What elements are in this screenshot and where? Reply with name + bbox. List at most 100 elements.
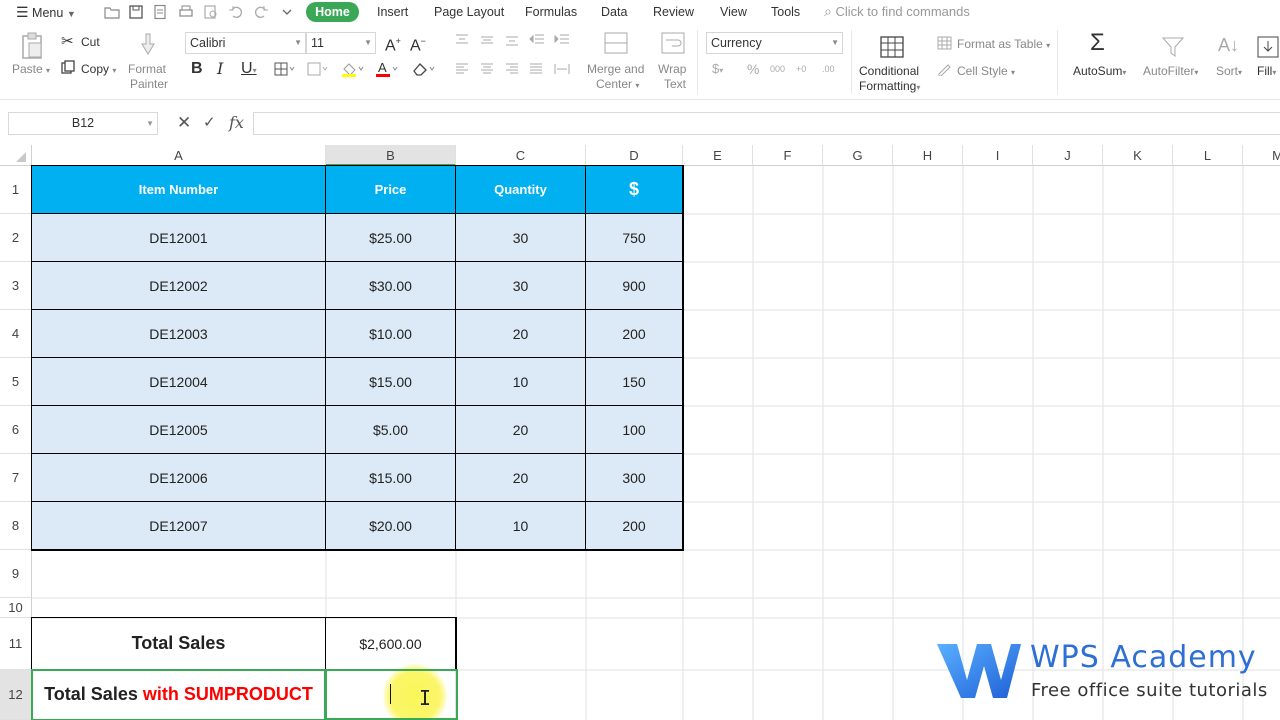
name-box[interactable]: B12 ▼ [8, 112, 158, 135]
format-painter-label-2[interactable]: Painter [130, 77, 168, 91]
autofilter-icon[interactable] [1162, 36, 1184, 58]
align-middle-icon[interactable] [480, 34, 494, 46]
bold-icon[interactable]: B [191, 60, 203, 78]
table-cell[interactable]: $30.00 [326, 262, 456, 310]
clear-format-icon[interactable] [410, 61, 436, 77]
paste-icon[interactable] [20, 32, 44, 60]
tab-formulas[interactable]: Formulas [525, 0, 577, 24]
table-cell[interactable]: $15.00 [326, 454, 456, 502]
thousands-icon[interactable]: 000 [770, 60, 785, 78]
command-search[interactable]: ⌕ Click to find commands [824, 0, 970, 24]
autosum-icon[interactable]: Σ [1090, 31, 1105, 55]
conditional-formatting-label-2[interactable]: Formatting▾ [859, 79, 920, 93]
table-cell[interactable]: 10 [456, 502, 586, 550]
header-price[interactable]: Price [326, 166, 456, 214]
total-sales-label[interactable]: Total Sales [32, 618, 326, 670]
table-cell[interactable]: 300 [586, 454, 683, 502]
font-name-select[interactable]: Calibri ▼ [185, 32, 306, 54]
print-icon[interactable] [178, 4, 194, 20]
increase-decimal-icon[interactable]: +0 [796, 60, 806, 78]
currency-icon[interactable]: $▾ [712, 60, 723, 80]
cut-button[interactable]: Cut [81, 35, 100, 49]
cell-format-icon[interactable] [307, 62, 329, 76]
format-painter-label-1[interactable]: Format [128, 62, 166, 76]
sort-icon[interactable]: A↓ [1218, 36, 1239, 54]
wrap-text-icon[interactable] [661, 32, 685, 54]
wrap-text-label-1[interactable]: Wrap [658, 62, 686, 76]
table-cell[interactable]: DE12006 [32, 454, 326, 502]
align-top-icon[interactable] [455, 34, 469, 46]
tab-insert[interactable]: Insert [377, 0, 408, 24]
tab-tools[interactable]: Tools [771, 0, 800, 24]
customize-quick-access-icon[interactable] [279, 4, 295, 20]
autosum-button[interactable]: AutoSum▾ [1073, 64, 1126, 78]
table-cell[interactable]: 30 [456, 214, 586, 262]
print-preview-icon[interactable] [203, 4, 219, 20]
export-pdf-icon[interactable] [152, 4, 168, 20]
table-cell[interactable]: DE12004 [32, 358, 326, 406]
align-center-icon[interactable] [480, 63, 494, 75]
increase-indent-icon[interactable] [554, 34, 570, 46]
table-cell[interactable]: 10 [456, 358, 586, 406]
table-cell[interactable]: DE12003 [32, 310, 326, 358]
tab-data[interactable]: Data [601, 0, 627, 24]
decrease-indent-icon[interactable] [529, 34, 545, 46]
tab-review[interactable]: Review [653, 0, 694, 24]
table-cell[interactable]: $20.00 [326, 502, 456, 550]
header-dollar[interactable]: $ [586, 166, 683, 214]
increase-font-icon[interactable]: A+ [385, 32, 401, 55]
table-cell[interactable]: $25.00 [326, 214, 456, 262]
number-format-select[interactable]: Currency ▼ [706, 32, 843, 54]
formula-input[interactable] [253, 112, 1280, 135]
distributed-icon[interactable] [554, 63, 570, 75]
active-cell-b12[interactable] [325, 669, 458, 720]
table-cell[interactable]: 200 [586, 310, 683, 358]
table-cell[interactable]: 900 [586, 262, 683, 310]
paste-button[interactable]: Paste ▾ [12, 62, 50, 76]
table-cell[interactable]: DE12002 [32, 262, 326, 310]
fill-button[interactable]: Fill▾ [1257, 64, 1276, 78]
table-cell[interactable]: 750 [586, 214, 683, 262]
confirm-icon[interactable]: ✓ [203, 113, 216, 131]
decrease-font-icon[interactable]: A− [410, 32, 426, 55]
table-cell[interactable]: 100 [586, 406, 683, 454]
header-item-number[interactable]: Item Number [32, 166, 326, 214]
undo-icon[interactable] [228, 4, 244, 20]
wrap-text-label-2[interactable]: Text [664, 77, 686, 91]
insert-function-icon[interactable]: fx [229, 113, 244, 132]
save-icon[interactable] [128, 4, 144, 20]
fill-color-icon[interactable] [341, 61, 365, 77]
format-painter-icon[interactable] [137, 32, 159, 58]
font-color-icon[interactable]: A [375, 61, 399, 77]
fill-icon[interactable] [1257, 36, 1279, 58]
align-right-icon[interactable] [505, 63, 519, 75]
format-as-table-button[interactable]: Format as Table ▾ [957, 37, 1050, 51]
table-cell[interactable]: DE12005 [32, 406, 326, 454]
table-cell[interactable]: 20 [456, 406, 586, 454]
table-cell[interactable]: 150 [586, 358, 683, 406]
autofilter-button[interactable]: AutoFilter▾ [1143, 64, 1198, 78]
align-left-icon[interactable] [455, 63, 469, 75]
merge-center-icon[interactable] [604, 32, 628, 54]
table-cell[interactable]: $15.00 [326, 358, 456, 406]
table-cell[interactable]: DE12001 [32, 214, 326, 262]
conditional-formatting-icon[interactable] [880, 36, 904, 58]
table-cell[interactable]: 200 [586, 502, 683, 550]
underline-icon[interactable]: U▾ [241, 60, 257, 80]
justify-icon[interactable] [529, 63, 543, 75]
table-cell[interactable]: 20 [456, 454, 586, 502]
sort-button[interactable]: Sort▾ [1216, 64, 1242, 78]
decrease-decimal-icon[interactable]: .00 [822, 60, 835, 78]
table-cell[interactable]: $10.00 [326, 310, 456, 358]
table-cell[interactable]: DE12007 [32, 502, 326, 550]
copy-button[interactable]: Copy ▾ [81, 62, 116, 76]
merge-center-label-2[interactable]: Center ▾ [596, 77, 639, 91]
total-sales-value[interactable]: $2,600.00 [326, 618, 456, 670]
merge-center-label-1[interactable]: Merge and [587, 62, 644, 76]
font-size-select[interactable]: 11 ▼ [306, 32, 376, 54]
menu-button[interactable]: ☰ Menu ▼ [16, 0, 76, 24]
cancel-icon[interactable]: ✕ [177, 113, 191, 133]
percent-icon[interactable]: % [747, 60, 759, 78]
borders-icon[interactable] [274, 62, 296, 76]
table-cell[interactable]: 20 [456, 310, 586, 358]
